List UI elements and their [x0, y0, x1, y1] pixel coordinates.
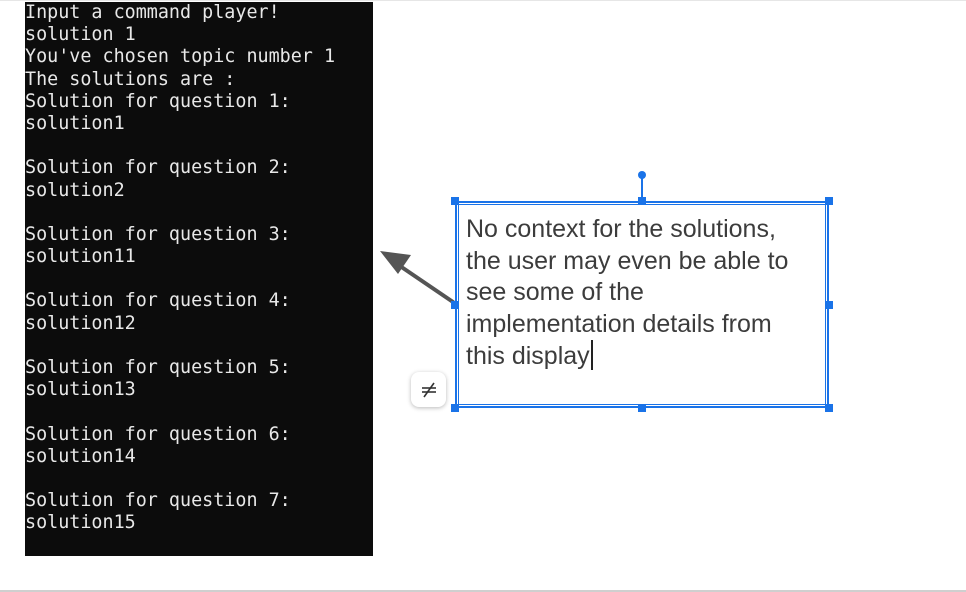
resize-handle-top[interactable]	[638, 197, 646, 205]
terminal-line: You've chosen topic number 1	[25, 46, 336, 68]
annotation-text-box[interactable]: No context for the solutions, the user m…	[455, 201, 829, 408]
text-cursor	[590, 340, 593, 370]
unlink-anchor-icon	[421, 382, 436, 397]
terminal-line: solution 1	[25, 24, 136, 46]
terminal-output: Input a command player! solution 1 You'v…	[25, 2, 373, 556]
terminal-line: Solution for question 7:	[25, 490, 291, 512]
resize-handle-bottom-right[interactable]	[825, 404, 833, 412]
unlink-anchor-button[interactable]	[411, 372, 446, 407]
resize-handle-top-left[interactable]	[451, 197, 459, 205]
terminal-line: solution11	[25, 246, 136, 268]
resize-handle-bottom-left[interactable]	[451, 404, 459, 412]
terminal-line: solution14	[25, 445, 136, 467]
annotation-text-value: No context for the solutions, the user m…	[466, 215, 789, 370]
resize-handle-right[interactable]	[825, 301, 833, 309]
terminal-line: solution13	[25, 379, 136, 401]
rotate-handle[interactable]	[638, 171, 646, 179]
terminal-line: The solutions are :	[25, 68, 236, 90]
terminal-line: Solution for question 2:	[25, 157, 291, 179]
terminal-line: Solution for question 1:	[25, 90, 291, 112]
resize-handle-bottom[interactable]	[638, 404, 646, 412]
top-border	[0, 0, 966, 1]
terminal-line: solution2	[25, 179, 125, 201]
annotation-text[interactable]: No context for the solutions, the user m…	[466, 214, 816, 373]
terminal-line: Input a command player!	[25, 2, 280, 23]
resize-handle-left[interactable]	[451, 301, 459, 309]
terminal-line: Solution for question 4:	[25, 290, 291, 312]
terminal-line: solution12	[25, 312, 136, 334]
resize-handle-top-right[interactable]	[825, 197, 833, 205]
terminal-line: solution15	[25, 512, 136, 534]
terminal-line: Solution for question 5:	[25, 357, 291, 378]
terminal-line: Solution for question 3:	[25, 223, 291, 245]
terminal-line: solution1	[25, 112, 125, 134]
terminal-line: Solution for question 6:	[25, 423, 291, 445]
